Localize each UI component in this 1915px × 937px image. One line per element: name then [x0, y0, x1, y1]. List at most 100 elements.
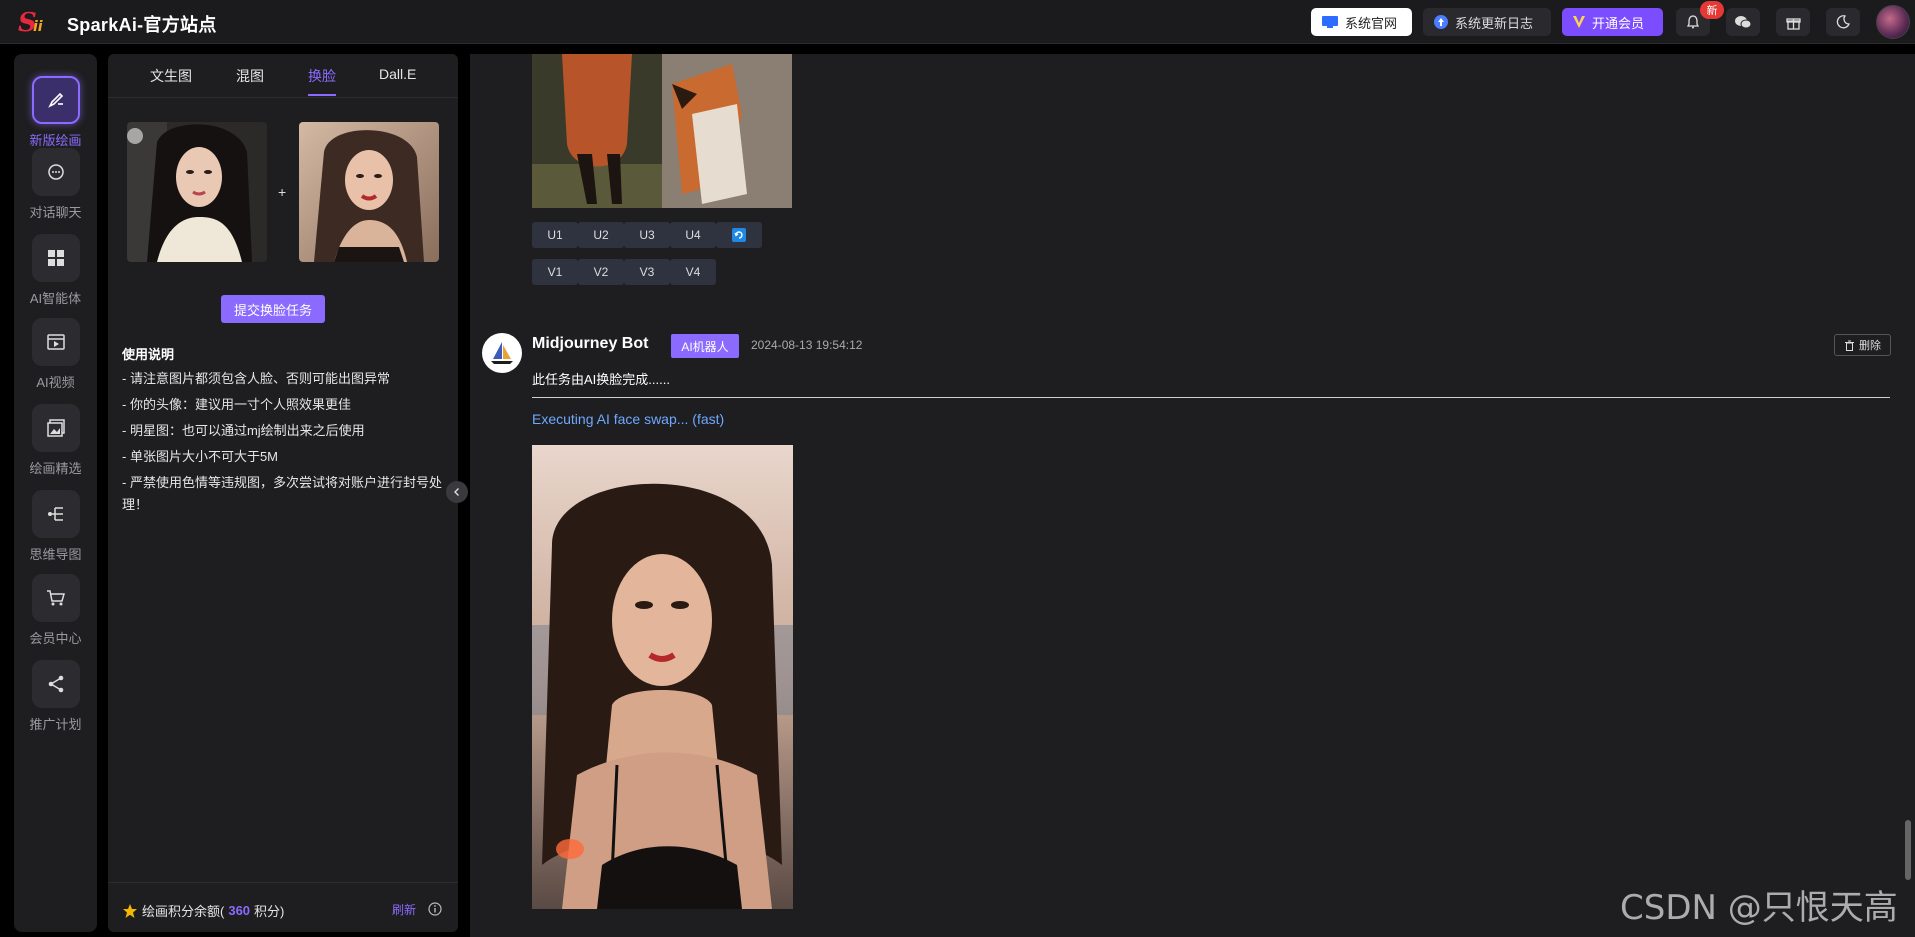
chat-main: U1 U2 U3 U4 V1 V2 V3 V4 Midjourney Bot A…: [470, 54, 1915, 937]
nav-label: 对话聊天: [29, 205, 82, 220]
logo-icon[interactable]: S ii: [18, 6, 52, 38]
nav-label: 推广计划: [29, 717, 82, 732]
message-text: 此任务由AI换脸完成......: [532, 372, 670, 387]
wechat-icon: [1735, 16, 1752, 29]
source-face-image[interactable]: [127, 122, 267, 262]
nav-label: 会员中心: [29, 631, 82, 646]
user-avatar[interactable]: [1876, 5, 1910, 39]
refresh-icon: [732, 228, 746, 242]
usage-list: - 请注意图片都须包含人脸、否则可能出图异常 - 你的头像：建议用一寸个人照效果…: [122, 368, 452, 520]
ai-bot-badge: AI机器人: [671, 334, 739, 358]
credit-prefix: 绘画积分余额(: [142, 904, 225, 919]
moon-icon: [1836, 15, 1850, 29]
usage-item: - 单张图片大小不可大于5M: [122, 449, 279, 464]
app-brand: SparkAi-官方站点: [67, 15, 217, 35]
v-icon: [1573, 16, 1585, 28]
refresh-link[interactable]: 刷新: [392, 901, 416, 918]
tab-dalle[interactable]: Dall.E: [379, 66, 416, 82]
left-nav: 新版绘画 对话聊天 AI智能体 AI视频 绘画精选 思维导图 会员中心 推广计划: [14, 54, 97, 932]
site-button[interactable]: 系统官网: [1311, 8, 1412, 36]
face-swap-panel: 文生图 混图 换脸 Dall.E + 提交换脸任务 使用说明 - 请注意图片都须…: [108, 54, 458, 932]
bot-avatar: [482, 333, 522, 373]
face-swap-result-image[interactable]: [532, 445, 793, 909]
delete-label: 删除: [1859, 340, 1881, 352]
active-tab-indicator: [308, 94, 336, 96]
sailboat-icon: [491, 342, 513, 364]
variation-button-1[interactable]: V1: [532, 259, 578, 285]
variation-button-2[interactable]: V2: [578, 259, 624, 285]
submit-face-swap-button[interactable]: 提交换脸任务: [221, 295, 325, 323]
svg-text:ii: ii: [33, 19, 43, 35]
gift-button[interactable]: [1776, 8, 1810, 36]
credit-suffix: 积分): [254, 904, 285, 919]
nav-label: 思维导图: [29, 547, 82, 562]
info-icon[interactable]: [428, 902, 442, 916]
chevron-left-icon: [454, 488, 459, 496]
credit-footer: 绘画积分余额(360 积分) 刷新: [108, 882, 458, 932]
fox-grid-image[interactable]: [532, 54, 792, 208]
message-time: 2024-08-13 19:54:12: [751, 338, 863, 352]
mindmap-icon: [31, 490, 80, 538]
plus-sign: +: [278, 184, 287, 200]
collapse-panel-button[interactable]: [446, 481, 468, 503]
nav-label: 新版绘画: [29, 133, 82, 148]
tab-blend[interactable]: 混图: [236, 66, 264, 86]
cart-icon: [31, 574, 80, 622]
video-icon: [31, 318, 80, 366]
tab-face-swap[interactable]: 换脸: [308, 66, 336, 86]
changelog-button[interactable]: 系统更新日志: [1423, 8, 1551, 36]
star-icon: [123, 903, 137, 918]
gallery-icon: [31, 404, 80, 452]
nav-item-agent[interactable]: AI智能体: [14, 234, 97, 307]
usage-item: - 请注意图片都须包含人脸、否则可能出图异常: [122, 371, 390, 386]
reroll-button[interactable]: [716, 222, 762, 248]
nav-label: AI视频: [36, 375, 75, 390]
usage-item: - 你的头像：建议用一寸个人照效果更佳: [122, 397, 351, 412]
variation-button-4[interactable]: V4: [670, 259, 716, 285]
nav-item-gallery[interactable]: 绘画精选: [14, 404, 97, 477]
message-divider: [532, 397, 1890, 398]
gift-icon: [1785, 17, 1801, 30]
variation-button-3[interactable]: V3: [624, 259, 670, 285]
nav-item-video[interactable]: AI视频: [14, 318, 97, 391]
tab-text-to-image[interactable]: 文生图: [150, 66, 192, 86]
share-icon: [31, 660, 80, 708]
upscale-button-3[interactable]: U3: [624, 222, 670, 248]
nav-item-chat[interactable]: 对话聊天: [14, 148, 97, 221]
upscale-button-2[interactable]: U2: [578, 222, 624, 248]
wechat-button[interactable]: [1726, 8, 1760, 36]
nav-item-promo[interactable]: 推广计划: [14, 660, 97, 733]
message-author: Midjourney Bot: [532, 335, 649, 352]
usage-item: - 明星图：也可以通过mj绘制出来之后使用: [122, 423, 365, 438]
nav-item-new-drawing[interactable]: 新版绘画: [14, 76, 97, 149]
trash-icon: [1845, 340, 1854, 351]
main-scrollbar[interactable]: [1905, 820, 1911, 880]
credit-value: 360: [228, 903, 251, 918]
nav-item-member[interactable]: 会员中心: [14, 574, 97, 647]
brush-icon: [31, 76, 80, 124]
usage-title: 使用说明: [122, 347, 175, 362]
vip-button[interactable]: 开通会员: [1562, 8, 1663, 36]
target-face-image[interactable]: [299, 122, 439, 262]
site-label: 系统官网: [1345, 15, 1398, 31]
upscale-button-1[interactable]: U1: [532, 222, 578, 248]
top-bar: S ii SparkAi-官方站点 系统官网 系统更新日志 开通会员 新: [0, 0, 1915, 44]
theme-button[interactable]: [1826, 8, 1860, 36]
upload-circle-icon: [1434, 15, 1448, 29]
chat-icon: [31, 148, 80, 196]
monitor-icon: [1322, 16, 1338, 28]
delete-message-button[interactable]: 删除: [1834, 334, 1891, 356]
drawing-tabs: 文生图 混图 换脸 Dall.E: [108, 54, 458, 98]
nav-item-mindmap[interactable]: 思维导图: [14, 490, 97, 563]
bell-icon: [1686, 15, 1700, 29]
usage-item: - 严禁使用色情等违规图，多次尝试将对账户进行封号处理！: [122, 475, 442, 512]
nav-label: 绘画精选: [29, 461, 82, 476]
executing-status: Executing AI face swap... (fast): [532, 411, 725, 427]
changelog-label: 系统更新日志: [1455, 15, 1534, 31]
grid-icon: [31, 234, 80, 282]
vip-label: 开通会员: [1592, 15, 1645, 31]
nav-label: AI智能体: [29, 291, 82, 306]
watermark: CSDN @只恨天高: [1620, 888, 1898, 928]
credit-balance: 绘画积分余额(360 积分): [122, 901, 284, 920]
upscale-button-4[interactable]: U4: [670, 222, 716, 248]
